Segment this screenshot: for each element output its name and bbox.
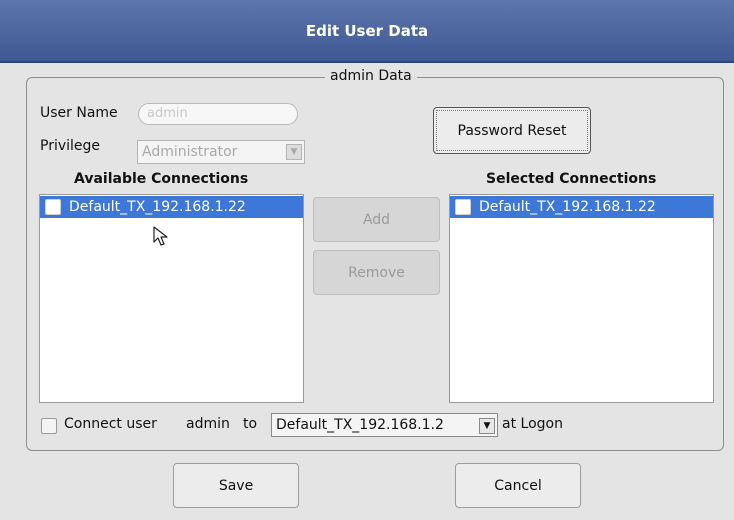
connect-user-checkbox[interactable] [41, 418, 57, 434]
cancel-button-label: Cancel [494, 477, 542, 494]
user-name-label: User Name [40, 105, 118, 121]
available-connections-heading: Available Connections [74, 171, 249, 187]
chevron-down-icon: ▼ [286, 144, 302, 160]
chevron-down-icon: ▼ [479, 418, 495, 434]
save-button[interactable]: Save [173, 463, 299, 508]
mouse-cursor-icon [153, 226, 168, 246]
privilege-select[interactable]: Administrator ▼ [137, 140, 305, 164]
list-item-checkbox[interactable] [45, 199, 61, 215]
password-reset-label: Password Reset [457, 122, 567, 139]
selected-connections-list[interactable]: Default_TX_192.168.1.22 [449, 194, 714, 403]
window-titlebar: Edit User Data [0, 0, 734, 63]
password-reset-button[interactable]: Password Reset [433, 107, 591, 154]
remove-button-label: Remove [348, 264, 405, 281]
window-title: Edit User Data [305, 21, 429, 40]
list-item[interactable]: Default_TX_192.168.1.22 [40, 196, 303, 218]
save-button-label: Save [218, 477, 254, 494]
list-item-label: Default_TX_192.168.1.22 [69, 199, 246, 215]
list-item-checkbox[interactable] [455, 199, 471, 215]
user-name-input[interactable]: admin [138, 103, 298, 125]
cancel-button[interactable]: Cancel [455, 463, 581, 508]
list-item-label: Default_TX_192.168.1.22 [479, 199, 656, 215]
remove-button[interactable]: Remove [313, 250, 440, 295]
group-legend: admin Data [325, 68, 417, 84]
add-button[interactable]: Add [313, 197, 440, 242]
privilege-value: Administrator [142, 144, 238, 160]
logon-user-name: admin [186, 416, 230, 432]
list-item[interactable]: Default_TX_192.168.1.22 [450, 196, 713, 218]
logon-to-label: to [243, 416, 258, 432]
privilege-label: Privilege [40, 138, 101, 154]
logon-connection-value: Default_TX_192.168.1.2 [276, 417, 444, 433]
selected-connections-heading: Selected Connections [486, 171, 657, 187]
logon-connection-select[interactable]: Default_TX_192.168.1.2 ▼ [271, 413, 498, 437]
add-button-label: Add [362, 211, 391, 228]
at-logon-label: at Logon [502, 416, 563, 432]
connect-user-label: Connect user [64, 416, 157, 432]
